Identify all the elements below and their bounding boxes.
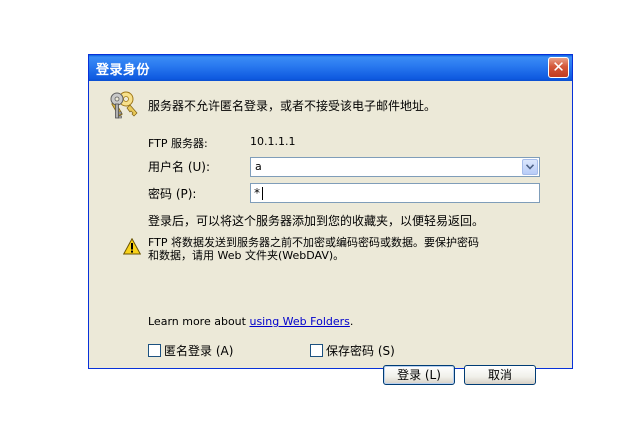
username-value: a <box>255 160 262 173</box>
anonymous-login-label: 匿名登录 (A) <box>164 344 234 358</box>
keys-icon <box>110 91 138 119</box>
learn-more-suffix: . <box>349 315 354 328</box>
password-input[interactable]: * <box>250 183 540 203</box>
anonymous-login-checkbox-box[interactable] <box>148 344 161 357</box>
text-caret <box>262 187 263 200</box>
ftp-server-value: 10.1.1.1 <box>250 135 296 148</box>
title-bar[interactable]: 登录身份 ✕ <box>89 55 572 81</box>
learn-more-prefix: Learn more about <box>148 315 250 328</box>
learn-more-line: Learn more about using Web Folders. <box>148 315 353 328</box>
username-label: 用户名 (U): <box>148 160 211 174</box>
password-label: 密码 (P): <box>148 187 197 201</box>
cancel-button[interactable]: 取消 <box>464 365 536 385</box>
chevron-down-icon <box>526 164 534 170</box>
login-button[interactable]: 登录 (L) <box>383 365 455 385</box>
close-button[interactable]: ✕ <box>548 57 569 78</box>
intro-message: 服务器不允许匿名登录，或者不接受该电子邮件地址。 <box>148 99 437 113</box>
warning-icon <box>123 238 141 255</box>
save-password-label: 保存密码 (S) <box>326 344 395 358</box>
after-login-note: 登录后，可以将这个服务器添加到您的收藏夹，以便轻易返回。 <box>148 214 485 228</box>
web-folders-link[interactable]: using Web Folders <box>249 315 349 328</box>
dialog-body: 服务器不允许匿名登录，或者不接受该电子邮件地址。 FTP 服务器: 10.1.1… <box>92 81 569 385</box>
save-password-checkbox-box[interactable] <box>310 344 323 357</box>
username-combobox[interactable]: a <box>250 157 540 177</box>
username-dropdown-button[interactable] <box>522 159 538 175</box>
ftp-server-label: FTP 服务器: <box>148 137 208 150</box>
login-dialog: 登录身份 ✕ 服务器不允许匿名登录，或者不接受该电子邮件地址。 FTP 服务器:… <box>88 54 573 385</box>
window-title: 登录身份 <box>96 63 151 78</box>
password-value: * <box>254 186 260 200</box>
security-warning-text: FTP 将数据发送到服务器之前不加密或编码密码或数据。要保护密码和数据，请用 W… <box>148 236 479 262</box>
save-password-checkbox[interactable]: 保存密码 (S) <box>310 342 395 359</box>
anonymous-login-checkbox[interactable]: 匿名登录 (A) <box>148 342 233 359</box>
